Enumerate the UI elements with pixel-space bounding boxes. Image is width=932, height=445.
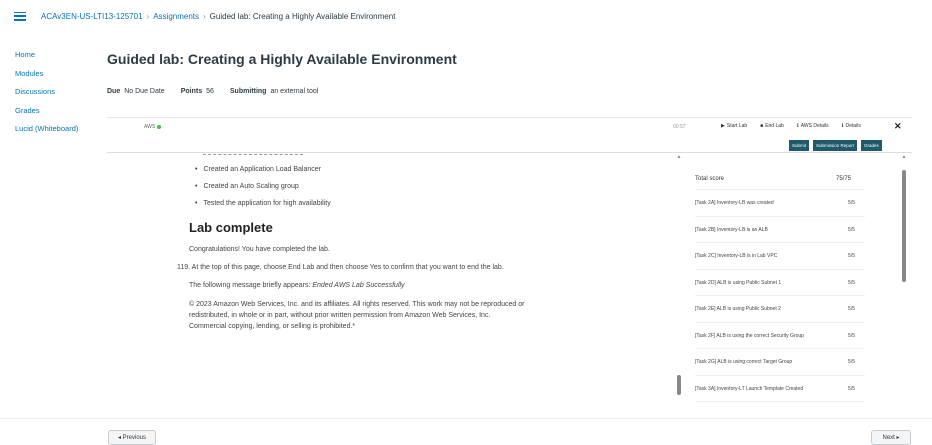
stop-icon: ■ xyxy=(760,123,764,129)
scrollbar-thumb[interactable] xyxy=(902,170,906,282)
task-score: 5/5 xyxy=(848,279,855,286)
end-lab-label: End Lab xyxy=(765,123,784,129)
score-pane: Total score 75/75 [Task 2A] Inventory-LB… xyxy=(695,170,865,402)
task-label: [Task 2G] ALB is using correct Target Gr… xyxy=(695,359,793,365)
total-score-label: Total score xyxy=(695,176,725,182)
sidebar-item-modules[interactable]: Modules xyxy=(15,68,95,87)
copyright-line-3: Commercial copying, lending, or selling … xyxy=(189,323,356,330)
instructions-scrollbar[interactable]: ▲ xyxy=(676,154,682,401)
end-lab-button[interactable]: ■ End Lab xyxy=(760,123,784,129)
task-score: 5/5 xyxy=(848,253,855,259)
task-score: 5/5 xyxy=(848,200,855,206)
previous-button[interactable]: ◂ Previous xyxy=(108,430,156,445)
top-bar: ACAv3EN-US-LTI13-125701 › Assignments › … xyxy=(0,0,932,32)
instructions-pane: Created an Application Load Balancer Cre… xyxy=(177,154,669,340)
task-label: [Task 2C] Inventory-LB is in Lab VPC xyxy=(695,253,778,259)
close-icon[interactable]: ✕ xyxy=(894,121,902,132)
details-label: Details xyxy=(845,123,861,129)
breadcrumb-separator-icon: › xyxy=(146,11,150,21)
breadcrumb-current: Guided lab: Creating a Highly Available … xyxy=(209,11,396,21)
lab-timer: 00:57 xyxy=(673,124,686,130)
lab-toolbar: ▶ Start Lab ■ End Lab ℹ AWS Details ℹ Detail… xyxy=(721,123,874,129)
info-icon: ℹ xyxy=(796,123,799,129)
next-button[interactable]: Next ▸ xyxy=(871,430,911,445)
details-button[interactable]: ℹ Details xyxy=(842,123,861,129)
summary-list: Created an Application Load Balancer Cre… xyxy=(195,164,669,215)
task-score: 5/5 xyxy=(848,385,855,392)
copyright-text: © 2023 Amazon Web Services, Inc. and its… xyxy=(189,299,669,332)
table-row: [Task 3A] Inventory-LT Launch Template C… xyxy=(695,376,865,402)
message-emphasis: Ended AWS Lab Successfully xyxy=(312,282,405,289)
list-item: Tested the application for high availabi… xyxy=(195,198,669,215)
task-score: 5/5 xyxy=(848,306,855,312)
footer-divider xyxy=(0,418,932,419)
task-label: [Task 2E] ALB is using Public Subnet 2 xyxy=(695,306,781,312)
submitting-value: an external tool xyxy=(270,88,319,95)
table-row: [Task 2B] Inventory-LB is an ALB 5/5 xyxy=(695,217,865,243)
task-label: [Task 2F] ALB is using the correct Secur… xyxy=(695,332,804,339)
start-lab-button[interactable]: ▶ Start Lab xyxy=(721,123,747,129)
status-dot-icon xyxy=(157,124,162,129)
hamburger-menu-icon[interactable] xyxy=(14,11,26,21)
aws-details-button[interactable]: ℹ AWS Details xyxy=(797,123,829,129)
start-lab-label: Start Lab xyxy=(726,123,748,129)
table-row: [Task 2E] ALB is using Public Subnet 2 5/… xyxy=(695,296,865,323)
scrollbar-thumb[interactable] xyxy=(677,375,681,395)
task-score: 5/5 xyxy=(848,332,855,339)
table-row: [Task 2A] Inventory-LB was created 5/5 xyxy=(695,190,865,217)
task-score: 5/5 xyxy=(848,226,855,233)
task-label: [Task 2A] Inventory-LB was created xyxy=(695,200,774,206)
table-row: [Task 2D] ALB is using Public Subnet 1 5/… xyxy=(695,270,865,296)
page-title: Guided lab: Creating a Highly Available … xyxy=(107,51,457,67)
breadcrumb-separator-icon: › xyxy=(203,11,206,21)
copyright-line-2: redistributed, in whole or in part, with… xyxy=(189,312,491,319)
info-icon: ℹ xyxy=(841,123,844,129)
task-label: [Task 2B] Inventory-LB is an ALB xyxy=(695,226,768,233)
lab-action-buttons: Submit Submission Report Grades xyxy=(789,140,886,151)
grades-button[interactable]: Grades xyxy=(861,140,882,151)
step-119-text: 119. At the top of this page, choose End… xyxy=(177,264,504,271)
scroll-up-icon[interactable]: ▲ xyxy=(676,154,682,160)
submitting-label: Submitting xyxy=(229,88,267,95)
due-value: No Due Date xyxy=(124,88,165,95)
panel-divider xyxy=(107,152,912,153)
lab-frame: AWS 00:57 ▶ Start Lab ■ End Lab ℹ AWS Detai… xyxy=(107,117,912,402)
lab-complete-heading: Lab complete xyxy=(189,220,273,235)
table-row: [Task 2F] ALB is using the correct Secur… xyxy=(695,323,865,349)
sidebar-item-discussions[interactable]: Discussions xyxy=(15,86,95,105)
congrats-text: Congratulations! You have completed the … xyxy=(189,246,330,253)
total-score-row: Total score 75/75 xyxy=(695,170,865,190)
course-nav: Home Modules Discussions Grades Lucid (W… xyxy=(15,49,95,142)
points-value: 56 xyxy=(206,88,214,95)
total-score-value: 75/75 xyxy=(835,176,851,182)
aws-status: AWS xyxy=(144,124,162,130)
aws-details-label: AWS Details xyxy=(800,123,829,129)
list-item: Created an Application Load Balancer xyxy=(195,164,669,181)
sidebar-item-home[interactable]: Home xyxy=(15,49,95,68)
play-icon: ▶ xyxy=(721,123,725,129)
copyright-line-1: © 2023 Amazon Web Services, Inc. and its… xyxy=(189,301,525,308)
message-text: The following message briefly appears: E… xyxy=(189,281,669,291)
breadcrumb-course[interactable]: ACAv3EN-US-LTI13-125701 xyxy=(41,12,143,21)
score-scrollbar[interactable]: ▲ xyxy=(901,154,907,401)
task-label: [Task 2D] ALB is using Public Subnet 1 xyxy=(695,279,782,286)
clipped-text xyxy=(203,154,303,156)
assignment-meta: Due No Due Date Points 56 Submitting an … xyxy=(107,88,334,95)
sidebar-item-grades[interactable]: Grades xyxy=(15,105,95,124)
submission-report-button[interactable]: Submission Report xyxy=(813,140,858,151)
task-label: [Task 3A] Inventory-LT Launch Template C… xyxy=(695,385,804,392)
list-item: Created an Auto Scaling group xyxy=(195,181,669,198)
task-score: 5/5 xyxy=(848,359,855,365)
sidebar-item-lucid-whiteboard[interactable]: Lucid (Whiteboard) xyxy=(15,123,95,142)
table-row: [Task 2C] Inventory-LB is in Lab VPC 5/5 xyxy=(695,243,865,270)
table-row: [Task 2G] ALB is using correct Target Gr… xyxy=(695,349,865,376)
submit-button[interactable]: Submit xyxy=(789,140,810,151)
scroll-up-icon[interactable]: ▲ xyxy=(901,154,907,160)
breadcrumb-assignments[interactable]: Assignments xyxy=(153,12,199,21)
points-label: Points xyxy=(180,88,203,95)
due-label: Due xyxy=(107,88,121,95)
aws-label: AWS xyxy=(144,124,156,130)
message-prefix: The following message briefly appears: xyxy=(189,282,313,289)
